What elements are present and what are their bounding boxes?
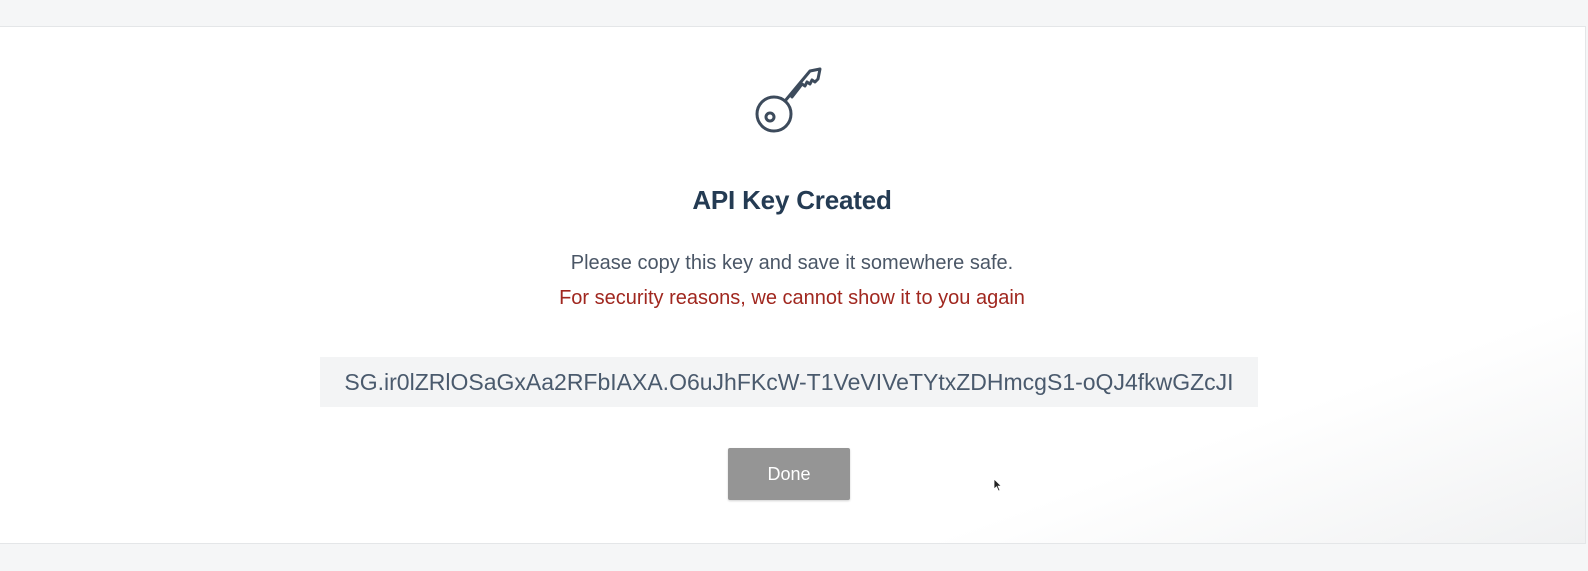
security-warning: For security reasons, we cannot show it … — [559, 287, 1025, 309]
api-key-created-dialog: API Key Created Please copy this key and… — [0, 26, 1586, 544]
dialog-title: API Key Created — [692, 185, 892, 215]
key-icon — [754, 65, 824, 135]
mouse-cursor-icon — [993, 478, 1003, 492]
dialog-subtitle: Please copy this key and save it somewhe… — [570, 252, 1014, 274]
api-key-value[interactable]: SG.ir0lZRlOSaGxAa2RFbIAXA.O6uJhFKcW-T1Ve… — [320, 357, 1258, 407]
done-button[interactable]: Done — [728, 448, 850, 500]
